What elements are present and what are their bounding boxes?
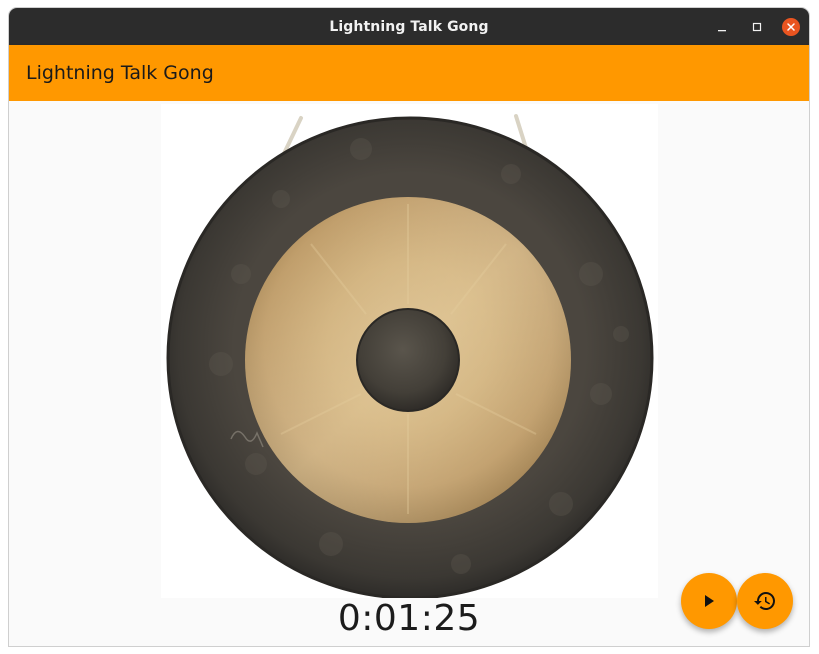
gong-image[interactable] <box>161 104 658 600</box>
app-title: Lightning Talk Gong <box>26 62 214 84</box>
reset-history-button[interactable] <box>737 573 793 629</box>
app-bar: Lightning Talk Gong <box>9 45 809 101</box>
window-title: Lightning Talk Gong <box>329 18 489 35</box>
minimize-button[interactable] <box>712 17 732 37</box>
maximize-icon <box>752 22 762 32</box>
minimize-icon <box>718 30 726 32</box>
close-icon <box>782 18 800 36</box>
main-content: 0:01:25 <box>9 101 809 646</box>
maximize-button[interactable] <box>747 17 767 37</box>
app-window: Lightning Talk Gong Lightning Talk Gong <box>9 8 809 646</box>
close-button[interactable] <box>781 17 801 37</box>
play-icon <box>705 595 714 607</box>
play-button[interactable] <box>681 573 737 629</box>
window-titlebar[interactable]: Lightning Talk Gong <box>9 8 809 45</box>
history-icon <box>754 592 775 610</box>
